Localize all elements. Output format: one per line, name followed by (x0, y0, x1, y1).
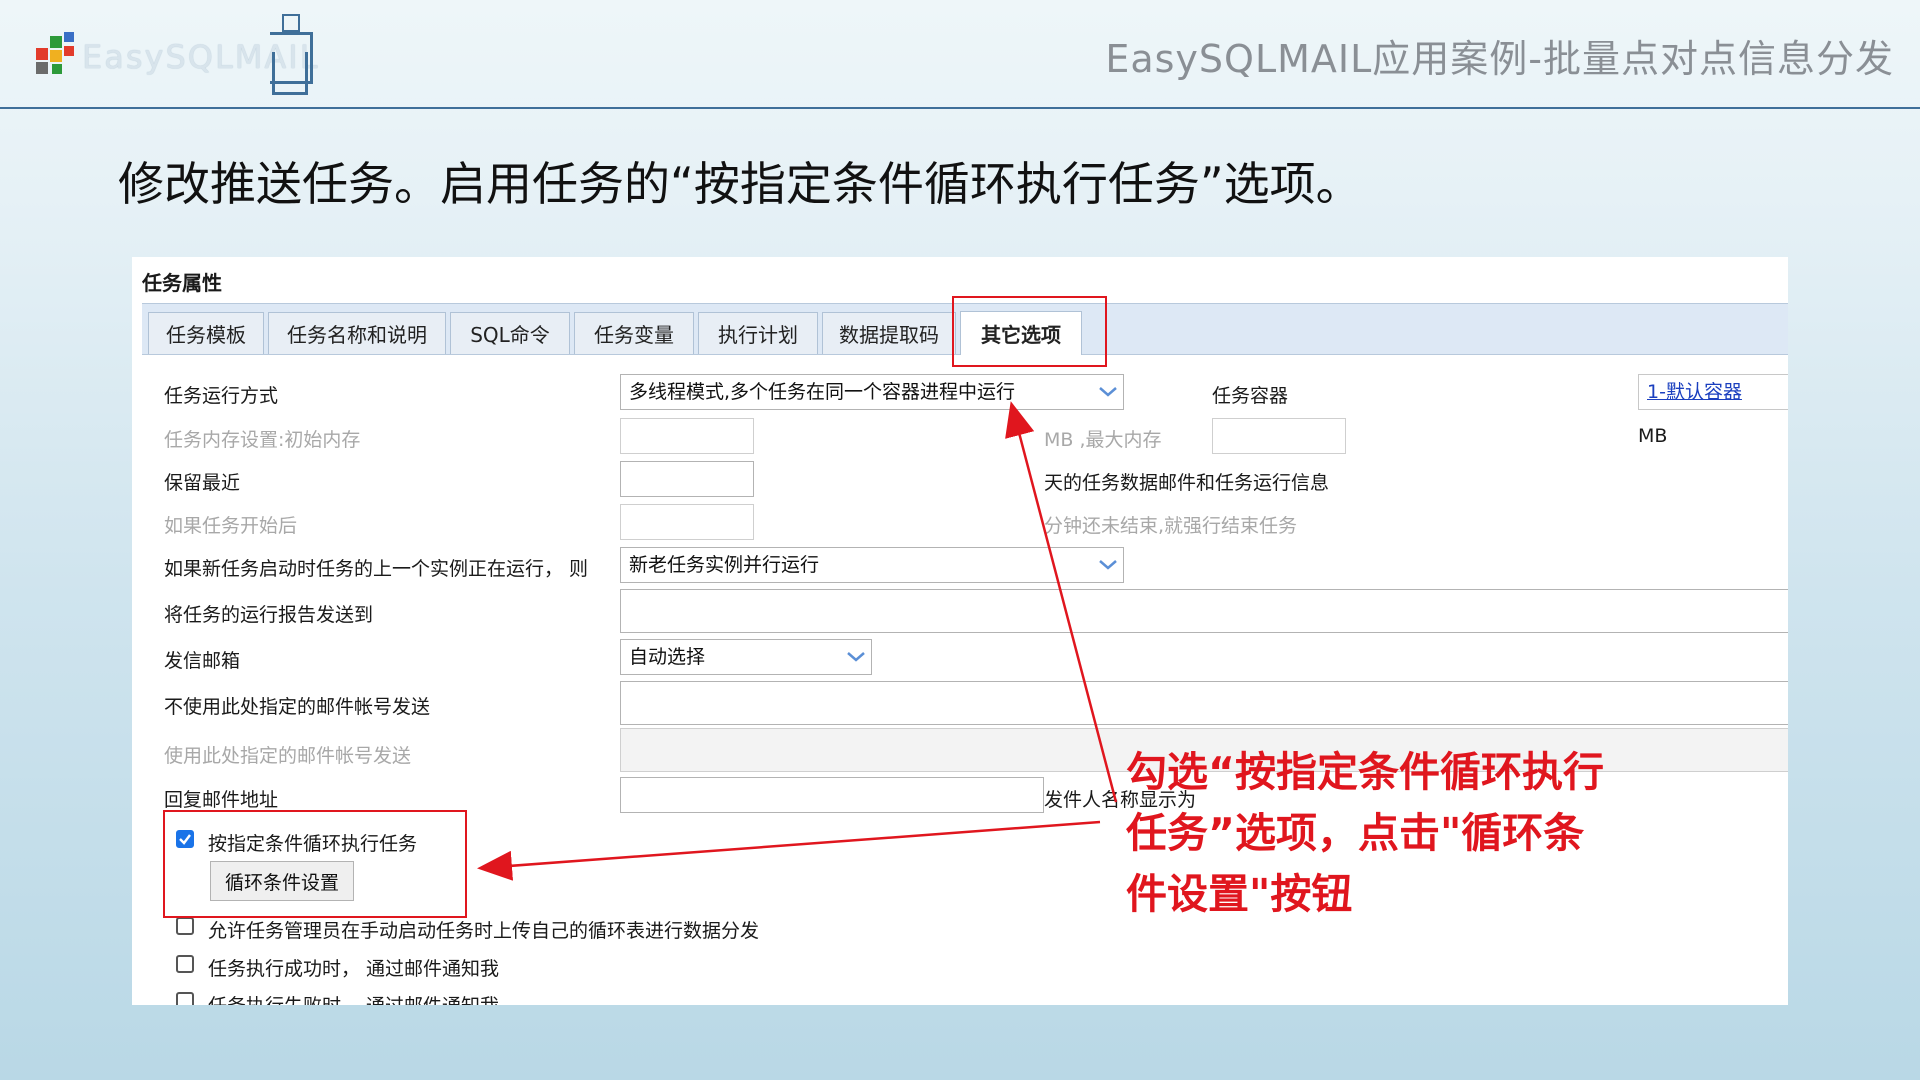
callout-line: 件设置"按钮 (1126, 870, 1353, 918)
callout-line: 勾选“按指定条件循环执行 (1126, 748, 1604, 796)
arrow-to-loop-option (477, 820, 1101, 881)
arrow-to-run-mode (1005, 401, 1118, 803)
callout-line: 任务”选项，点击"循环条 (1126, 809, 1585, 857)
callout-text: 勾选“按指定条件循环执行 任务”选项，点击"循环条 件设置"按钮 (1126, 742, 1706, 925)
